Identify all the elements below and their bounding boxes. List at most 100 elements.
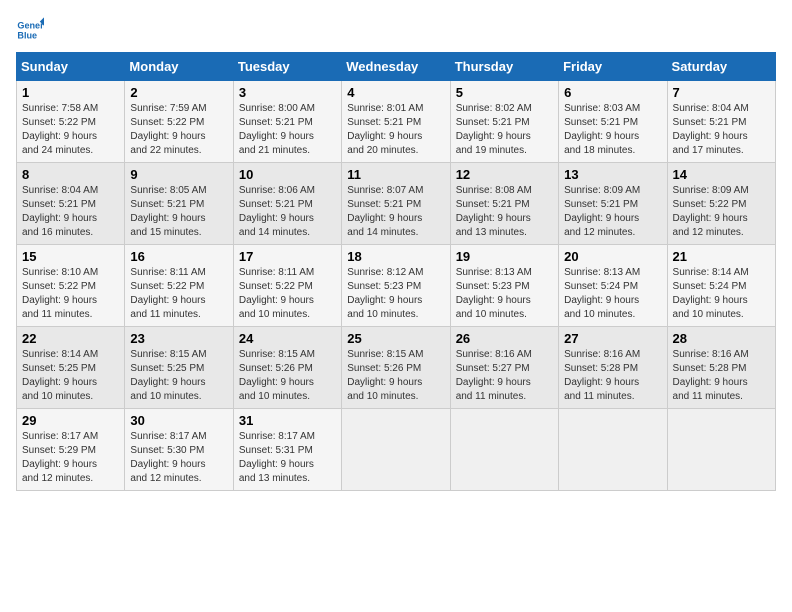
day-info: Sunrise: 8:15 AM Sunset: 5:25 PM Dayligh… bbox=[130, 348, 227, 404]
day-info: Sunrise: 8:09 AM Sunset: 5:21 PM Dayligh… bbox=[564, 184, 661, 240]
day-number: 14 bbox=[673, 167, 770, 182]
day-cell bbox=[559, 409, 667, 491]
day-info: Sunrise: 7:59 AM Sunset: 5:22 PM Dayligh… bbox=[130, 102, 227, 158]
day-info: Sunrise: 8:17 AM Sunset: 5:31 PM Dayligh… bbox=[239, 430, 336, 486]
calendar-header: SundayMondayTuesdayWednesdayThursdayFrid… bbox=[17, 53, 776, 81]
day-cell: 3Sunrise: 8:00 AM Sunset: 5:21 PM Daylig… bbox=[233, 81, 341, 163]
week-row-1: 1Sunrise: 7:58 AM Sunset: 5:22 PM Daylig… bbox=[17, 81, 776, 163]
day-number: 18 bbox=[347, 249, 444, 264]
day-info: Sunrise: 8:02 AM Sunset: 5:21 PM Dayligh… bbox=[456, 102, 553, 158]
day-cell: 15 Sunrise: 8:10 AM Sunset: 5:22 PM Dayli… bbox=[17, 245, 125, 327]
day-info: Sunrise: 8:14 AM Sunset: 5:25 PM Dayligh… bbox=[22, 348, 119, 404]
day-number: 20 bbox=[564, 249, 661, 264]
day-cell: 1Sunrise: 7:58 AM Sunset: 5:22 PM Daylig… bbox=[17, 81, 125, 163]
day-cell: 18 Sunrise: 8:12 AM Sunset: 5:23 PM Dayli… bbox=[342, 245, 450, 327]
day-info: Sunrise: 8:12 AM Sunset: 5:23 PM Dayligh… bbox=[347, 266, 444, 322]
day-number: 13 bbox=[564, 167, 661, 182]
day-info: Sunrise: 8:05 AM Sunset: 5:21 PM Dayligh… bbox=[130, 184, 227, 240]
day-number: 2 bbox=[130, 85, 227, 100]
day-info: Sunrise: 8:13 AM Sunset: 5:24 PM Dayligh… bbox=[564, 266, 661, 322]
day-info: Sunrise: 8:17 AM Sunset: 5:29 PM Dayligh… bbox=[22, 430, 119, 486]
header-cell-friday: Friday bbox=[559, 53, 667, 81]
day-number: 23 bbox=[130, 331, 227, 346]
day-cell: 6 Sunrise: 8:03 AM Sunset: 5:21 PM Daylig… bbox=[559, 81, 667, 163]
day-number: 19 bbox=[456, 249, 553, 264]
day-cell: 31 Sunrise: 8:17 AM Sunset: 5:31 PM Dayli… bbox=[233, 409, 341, 491]
day-number: 10 bbox=[239, 167, 336, 182]
day-cell bbox=[342, 409, 450, 491]
logo: General Blue bbox=[16, 16, 44, 44]
week-row-4: 22 Sunrise: 8:14 AM Sunset: 5:25 PM Dayli… bbox=[17, 327, 776, 409]
header-cell-saturday: Saturday bbox=[667, 53, 775, 81]
day-info: Sunrise: 8:13 AM Sunset: 5:23 PM Dayligh… bbox=[456, 266, 553, 322]
day-info: Sunrise: 8:06 AM Sunset: 5:21 PM Dayligh… bbox=[239, 184, 336, 240]
day-info: Sunrise: 8:11 AM Sunset: 5:22 PM Dayligh… bbox=[239, 266, 336, 322]
day-info: Sunrise: 8:04 AM Sunset: 5:21 PM Dayligh… bbox=[673, 102, 770, 158]
header-cell-monday: Monday bbox=[125, 53, 233, 81]
day-number: 6 bbox=[564, 85, 661, 100]
day-info: Sunrise: 8:16 AM Sunset: 5:28 PM Dayligh… bbox=[673, 348, 770, 404]
day-cell: 16 Sunrise: 8:11 AM Sunset: 5:22 PM Dayli… bbox=[125, 245, 233, 327]
day-info: Sunrise: 8:11 AM Sunset: 5:22 PM Dayligh… bbox=[130, 266, 227, 322]
day-cell: 10 Sunrise: 8:06 AM Sunset: 5:21 PM Dayli… bbox=[233, 163, 341, 245]
day-info: Sunrise: 8:15 AM Sunset: 5:26 PM Dayligh… bbox=[239, 348, 336, 404]
day-number: 27 bbox=[564, 331, 661, 346]
day-info: Sunrise: 7:58 AM Sunset: 5:22 PM Dayligh… bbox=[22, 102, 119, 158]
day-number: 24 bbox=[239, 331, 336, 346]
week-row-2: 8 Sunrise: 8:04 AM Sunset: 5:21 PM Daylig… bbox=[17, 163, 776, 245]
day-info: Sunrise: 8:01 AM Sunset: 5:21 PM Dayligh… bbox=[347, 102, 444, 158]
day-info: Sunrise: 8:15 AM Sunset: 5:26 PM Dayligh… bbox=[347, 348, 444, 404]
day-info: Sunrise: 8:17 AM Sunset: 5:30 PM Dayligh… bbox=[130, 430, 227, 486]
day-cell: 14Sunrise: 8:09 AM Sunset: 5:22 PM Dayli… bbox=[667, 163, 775, 245]
day-cell: 20 Sunrise: 8:13 AM Sunset: 5:24 PM Dayli… bbox=[559, 245, 667, 327]
header-cell-tuesday: Tuesday bbox=[233, 53, 341, 81]
day-info: Sunrise: 8:14 AM Sunset: 5:24 PM Dayligh… bbox=[673, 266, 770, 322]
day-info: Sunrise: 8:03 AM Sunset: 5:21 PM Dayligh… bbox=[564, 102, 661, 158]
day-info: Sunrise: 8:07 AM Sunset: 5:21 PM Dayligh… bbox=[347, 184, 444, 240]
day-cell: 12 Sunrise: 8:08 AM Sunset: 5:21 PM Dayli… bbox=[450, 163, 558, 245]
day-number: 28 bbox=[673, 331, 770, 346]
day-info: Sunrise: 8:04 AM Sunset: 5:21 PM Dayligh… bbox=[22, 184, 119, 240]
week-row-3: 15 Sunrise: 8:10 AM Sunset: 5:22 PM Dayli… bbox=[17, 245, 776, 327]
calendar-table: SundayMondayTuesdayWednesdayThursdayFrid… bbox=[16, 52, 776, 491]
svg-text:Blue: Blue bbox=[17, 30, 37, 40]
day-cell: 30Sunrise: 8:17 AM Sunset: 5:30 PM Dayli… bbox=[125, 409, 233, 491]
header-cell-sunday: Sunday bbox=[17, 53, 125, 81]
header-row: SundayMondayTuesdayWednesdayThursdayFrid… bbox=[17, 53, 776, 81]
logo-icon: General Blue bbox=[16, 16, 44, 44]
day-cell: 27Sunrise: 8:16 AM Sunset: 5:28 PM Dayli… bbox=[559, 327, 667, 409]
day-number: 12 bbox=[456, 167, 553, 182]
day-cell: 5 Sunrise: 8:02 AM Sunset: 5:21 PM Daylig… bbox=[450, 81, 558, 163]
day-number: 22 bbox=[22, 331, 119, 346]
day-number: 26 bbox=[456, 331, 553, 346]
day-cell: 7 Sunrise: 8:04 AM Sunset: 5:21 PM Daylig… bbox=[667, 81, 775, 163]
day-cell: 23 Sunrise: 8:15 AM Sunset: 5:25 PM Dayli… bbox=[125, 327, 233, 409]
day-number: 11 bbox=[347, 167, 444, 182]
day-info: Sunrise: 8:00 AM Sunset: 5:21 PM Dayligh… bbox=[239, 102, 336, 158]
day-number: 5 bbox=[456, 85, 553, 100]
day-info: Sunrise: 8:10 AM Sunset: 5:22 PM Dayligh… bbox=[22, 266, 119, 322]
day-number: 17 bbox=[239, 249, 336, 264]
header-cell-wednesday: Wednesday bbox=[342, 53, 450, 81]
day-cell: 26Sunrise: 8:16 AM Sunset: 5:27 PM Dayli… bbox=[450, 327, 558, 409]
day-cell: 24 Sunrise: 8:15 AM Sunset: 5:26 PM Dayli… bbox=[233, 327, 341, 409]
day-cell: 25Sunrise: 8:15 AM Sunset: 5:26 PM Dayli… bbox=[342, 327, 450, 409]
day-cell: 29 Sunrise: 8:17 AM Sunset: 5:29 PM Dayli… bbox=[17, 409, 125, 491]
day-cell: 11 Sunrise: 8:07 AM Sunset: 5:21 PM Dayli… bbox=[342, 163, 450, 245]
day-cell: 9 Sunrise: 8:05 AM Sunset: 5:21 PM Daylig… bbox=[125, 163, 233, 245]
day-cell: 2 Sunrise: 7:59 AM Sunset: 5:22 PM Daylig… bbox=[125, 81, 233, 163]
week-row-5: 29 Sunrise: 8:17 AM Sunset: 5:29 PM Dayli… bbox=[17, 409, 776, 491]
day-number: 15 bbox=[22, 249, 119, 264]
day-number: 16 bbox=[130, 249, 227, 264]
page-header: General Blue bbox=[16, 16, 776, 44]
day-number: 7 bbox=[673, 85, 770, 100]
day-number: 31 bbox=[239, 413, 336, 428]
day-number: 8 bbox=[22, 167, 119, 182]
day-cell: 17 Sunrise: 8:11 AM Sunset: 5:22 PM Dayli… bbox=[233, 245, 341, 327]
day-number: 29 bbox=[22, 413, 119, 428]
svg-text:General: General bbox=[17, 21, 44, 31]
day-cell bbox=[667, 409, 775, 491]
day-info: Sunrise: 8:08 AM Sunset: 5:21 PM Dayligh… bbox=[456, 184, 553, 240]
day-number: 9 bbox=[130, 167, 227, 182]
day-cell: 4Sunrise: 8:01 AM Sunset: 5:21 PM Daylig… bbox=[342, 81, 450, 163]
